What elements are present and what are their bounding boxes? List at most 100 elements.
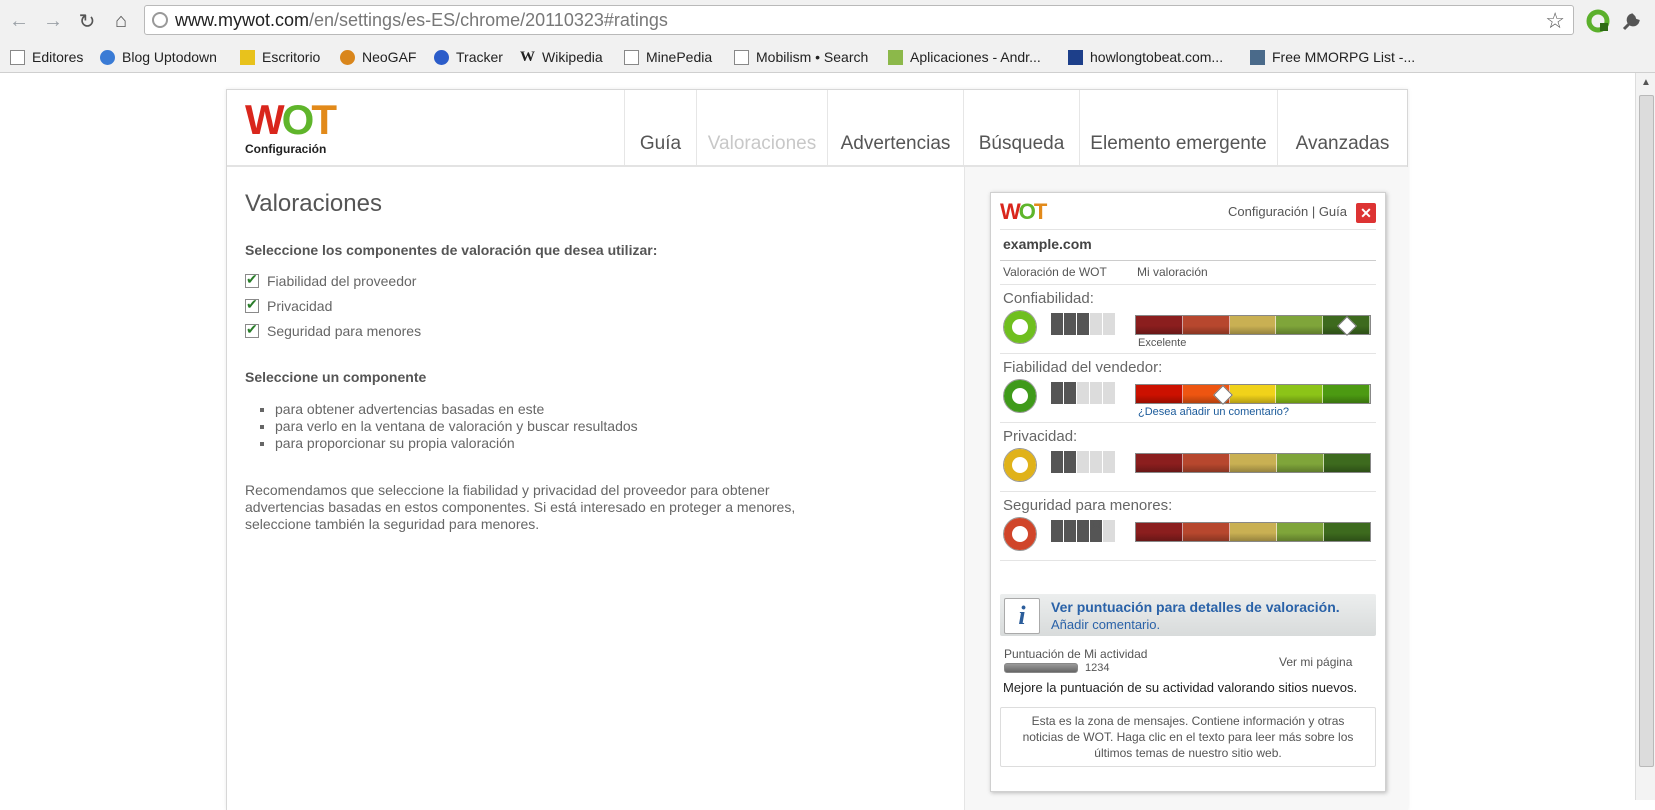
rating-popup: WOT Configuración | Guía ✕ example.com V… [990,192,1386,792]
reputation-donut-icon [1004,449,1036,481]
back-arrow-icon[interactable]: ← [6,8,32,34]
reload-icon[interactable]: ↻ [74,8,100,34]
bookmark-label: Editores [32,49,84,65]
bookmark-item[interactable]: Tracker [434,46,503,68]
bookmark-item[interactable]: Mobilism • Search [734,46,868,68]
rating-segment[interactable] [1136,385,1183,403]
rating-segment[interactable] [1277,454,1324,472]
component-checkbox[interactable] [245,296,259,313]
bookmark-item[interactable]: Free MMORPG List -... [1250,46,1415,68]
rating-component-label: Fiabilidad del vendedor: [1003,359,1163,376]
bookmark-item[interactable]: MinePedia [624,46,712,68]
page-title: Valoraciones [245,190,382,217]
my-rating-slider[interactable] [1135,315,1371,336]
list-item: para obtener advertencias basadas en est… [275,401,965,418]
component-checkbox[interactable] [245,321,259,338]
message-text[interactable]: Esta es la zona de mensajes. Contiene in… [1011,713,1365,761]
info-icon: i [1004,598,1040,634]
scroll-thumb[interactable] [1639,95,1654,767]
rating-segment[interactable] [1183,454,1230,472]
bookmark-label: Wikipedia [542,49,603,65]
tab-avanzadas[interactable]: Avanzadas [1277,90,1407,165]
rating-segment[interactable] [1230,454,1277,472]
recommendation-line: advertencias basadas en estos componente… [245,499,796,515]
activity-tip: Mejore la puntuación de su actividad val… [1003,680,1358,695]
wikipedia-icon: W [520,48,535,65]
person-icon [1077,313,1089,335]
tab-busqueda[interactable]: Búsqueda [963,90,1079,165]
bookmark-star-icon[interactable]: ☆ [1545,8,1565,34]
add-comment-prompt-link[interactable]: ¿Desea añadir un comentario? [1138,406,1289,418]
info-title[interactable]: Ver puntuación para detalles de valoraci… [1051,599,1340,615]
tab-guia[interactable]: Guía [624,90,696,165]
person-icon [1051,382,1063,404]
divider [1000,284,1376,285]
person-icon [1077,520,1089,542]
bookmark-label: Escritorio [262,49,321,65]
bookmark-item[interactable]: Blog Uptodown [100,46,217,68]
rating-component-label: Privacidad: [1003,428,1078,445]
forward-arrow-icon[interactable]: → [40,8,66,34]
page-icon [10,49,25,65]
person-icon [1064,313,1076,335]
popup-logo: WOT [1000,199,1047,225]
confidence-people-icon [1051,451,1115,473]
close-icon: ✕ [1360,204,1372,221]
rating-segment[interactable] [1182,316,1230,334]
my-rating-slider[interactable] [1135,453,1371,473]
page-icon [624,49,639,65]
tab-advertencias[interactable]: Advertencias [827,90,963,165]
close-button[interactable]: ✕ [1356,203,1376,223]
my-page-link[interactable]: Ver mi página [1279,655,1352,669]
rating-segment[interactable] [1229,316,1277,334]
component-label: Privacidad [267,297,333,314]
my-rating-slider[interactable] [1135,384,1371,405]
component-checkbox[interactable] [245,271,259,288]
vertical-scrollbar[interactable]: ▲ [1635,73,1655,800]
rating-segment[interactable] [1277,523,1324,541]
page-viewport: WOT Configuración Guía Valoraciones Adve… [0,73,1635,810]
person-icon [1090,520,1102,542]
rating-component-label: Seguridad para menores: [1003,497,1173,514]
tab-elemento-emergente[interactable]: Elemento emergente [1079,90,1277,165]
address-bar[interactable]: www.mywot.com/en/settings/es-ES/chrome/2… [144,5,1574,35]
rating-segment[interactable] [1324,454,1370,472]
wot-rating-column: Valoración de WOT [1003,265,1107,279]
rating-segment[interactable] [1276,385,1324,403]
scroll-up-arrow-icon[interactable]: ▲ [1641,77,1651,88]
bookmark-item[interactable]: Escritorio [240,46,320,68]
bookmark-item[interactable]: NeoGAF [340,46,416,68]
rating-segment[interactable] [1136,316,1183,334]
bookmark-item[interactable]: Aplicaciones - Andr... [888,46,1041,68]
my-rating-column: Mi valoración [1137,265,1208,279]
popup-links[interactable]: Configuración | Guía [1228,204,1347,219]
rating-segment[interactable] [1323,385,1370,403]
bookmark-item[interactable]: W Wikipedia [520,46,603,68]
person-icon [1103,313,1115,335]
message-zone[interactable]: Esta es la zona de mensajes. Contiene in… [1000,707,1376,767]
rating-segment[interactable] [1183,523,1230,541]
person-icon [1090,313,1102,335]
rating-segment[interactable] [1230,523,1277,541]
bookmark-label: Free MMORPG List -... [1272,49,1416,65]
component-label: Seguridad para menores [267,322,422,339]
rating-segment[interactable] [1276,316,1324,334]
settings-subtitle: Configuración [245,142,327,156]
wrench-icon[interactable] [1620,9,1644,33]
divider [1000,422,1376,423]
bookmark-item[interactable]: Editores [10,46,83,68]
my-rating-slider[interactable] [1135,522,1371,542]
rating-segment[interactable] [1136,523,1183,541]
rating-segment[interactable] [1136,454,1183,472]
bookmark-item[interactable]: howlongtobeat.com... [1068,46,1223,68]
desktop-icon [240,49,255,65]
wot-extension-icon[interactable] [1586,9,1610,33]
neogaf-icon [340,49,355,65]
rating-segment[interactable] [1229,385,1277,403]
tab-valoraciones[interactable]: Valoraciones [696,90,827,165]
home-icon[interactable]: ⌂ [108,8,134,34]
rating-segment[interactable] [1324,523,1370,541]
add-comment-link[interactable]: Añadir comentario. [1051,617,1160,632]
info-banner[interactable]: i Ver puntuación para detalles de valora… [1000,594,1376,636]
person-icon [1064,451,1076,473]
